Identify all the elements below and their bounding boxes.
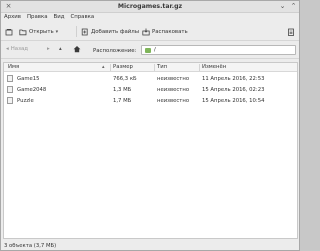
- home-button[interactable]: [73, 45, 81, 55]
- column-header-type[interactable]: Тип: [157, 64, 167, 71]
- column-separator[interactable]: [110, 64, 111, 71]
- window-minimize-button[interactable]: ⌄: [278, 2, 287, 11]
- file-size: 766,3 кБ: [113, 76, 137, 82]
- sort-ascending-icon: ▴: [102, 64, 105, 70]
- new-archive-icon: [5, 28, 13, 36]
- minimize-icon: ⌄: [279, 2, 286, 10]
- menu-bar: Архив Правка Вид Справка: [1, 13, 299, 22]
- extract-button[interactable]: Распаковать: [142, 26, 188, 37]
- location-path-field[interactable]: /: [141, 45, 296, 55]
- file-name: Game15: [17, 76, 40, 82]
- menu-edit[interactable]: Правка: [24, 13, 51, 21]
- file-icon: [7, 86, 13, 93]
- forward-button[interactable]: ▸: [47, 46, 50, 52]
- file-list: Имя ▴ Размер Тип Изменён Game15 766,3 кБ…: [3, 62, 298, 239]
- window-maximize-button[interactable]: ⌃: [289, 2, 298, 11]
- extract-label: Распаковать: [152, 28, 188, 35]
- menu-view[interactable]: Вид: [51, 13, 68, 21]
- file-type: неизвестно: [157, 98, 190, 104]
- file-name: Puzzle: [17, 98, 34, 104]
- window-title: Microgames.tar.gz: [117, 3, 183, 10]
- new-archive-button[interactable]: [5, 26, 13, 37]
- file-icon: [7, 97, 13, 104]
- table-row[interactable]: Game15 766,3 кБ неизвестно 11 Апрель 201…: [4, 73, 297, 84]
- add-files-button[interactable]: Добавить файлы: [81, 26, 139, 37]
- open-folder-icon: [19, 28, 27, 36]
- location-label: Расположение:: [93, 48, 137, 54]
- table-row[interactable]: Game2048 1,3 МБ неизвестно 15 Апрель 201…: [4, 84, 297, 95]
- column-separator[interactable]: [154, 64, 155, 71]
- file-modified: 15 Апрель 2016, 10:54: [202, 98, 265, 104]
- file-icon: [7, 75, 13, 82]
- location-bar: ◂ Назад ▸ ▴ Расположение: /: [1, 42, 299, 59]
- file-list-header: Имя ▴ Размер Тип Изменён: [4, 63, 297, 72]
- back-label: Назад: [10, 46, 28, 52]
- file-modified: 15 Апрель 2016, 02:23: [202, 87, 265, 93]
- column-separator[interactable]: [199, 64, 200, 71]
- main-menu-button[interactable]: [287, 26, 295, 37]
- add-files-label: Добавить файлы: [91, 28, 139, 35]
- status-text: 3 объекта (3,7 МБ): [4, 243, 57, 249]
- open-button[interactable]: Открыть ▾: [19, 26, 58, 37]
- open-label: Открыть: [29, 28, 54, 35]
- up-arrow-icon: ▴: [59, 46, 62, 52]
- home-icon: [73, 45, 81, 55]
- column-header-size[interactable]: Размер: [113, 64, 133, 71]
- file-type: неизвестно: [157, 76, 190, 82]
- column-header-modified[interactable]: Изменён: [202, 64, 226, 71]
- hamburger-menu-icon: [287, 28, 295, 36]
- menu-help[interactable]: Справка: [67, 13, 97, 21]
- back-arrow-icon: ◂: [6, 46, 9, 52]
- menu-archive[interactable]: Архив: [1, 13, 24, 21]
- column-header-name[interactable]: Имя: [8, 64, 19, 71]
- restore-icon: ⌃: [290, 2, 297, 10]
- title-bar[interactable]: × Microgames.tar.gz ⌄ ⌃: [1, 1, 299, 13]
- toolbar-separator: [76, 26, 77, 37]
- forward-arrow-icon: ▸: [47, 46, 50, 52]
- file-size: 1,3 МБ: [113, 87, 132, 93]
- location-path: /: [154, 47, 156, 53]
- file-name: Game2048: [17, 87, 47, 93]
- status-bar: 3 объекта (3,7 МБ): [1, 241, 299, 251]
- folder-icon: [145, 47, 151, 53]
- file-modified: 11 Апрель 2016, 22:53: [202, 76, 265, 82]
- back-button[interactable]: ◂ Назад: [6, 46, 28, 52]
- table-row[interactable]: Puzzle 1,7 МБ неизвестно 15 Апрель 2016,…: [4, 95, 297, 106]
- add-files-icon: [81, 28, 89, 36]
- toolbar: Открыть ▾ Добавить файлы Распаковать: [1, 22, 299, 41]
- archive-manager-window: × Microgames.tar.gz ⌄ ⌃ Архив Правка Вид Сп…: [0, 0, 300, 251]
- file-type: неизвестно: [157, 87, 190, 93]
- extract-icon: [142, 28, 150, 36]
- open-dropdown-caret-icon[interactable]: ▾: [56, 29, 59, 35]
- up-button[interactable]: ▴: [59, 46, 62, 52]
- file-size: 1,7 МБ: [113, 98, 132, 104]
